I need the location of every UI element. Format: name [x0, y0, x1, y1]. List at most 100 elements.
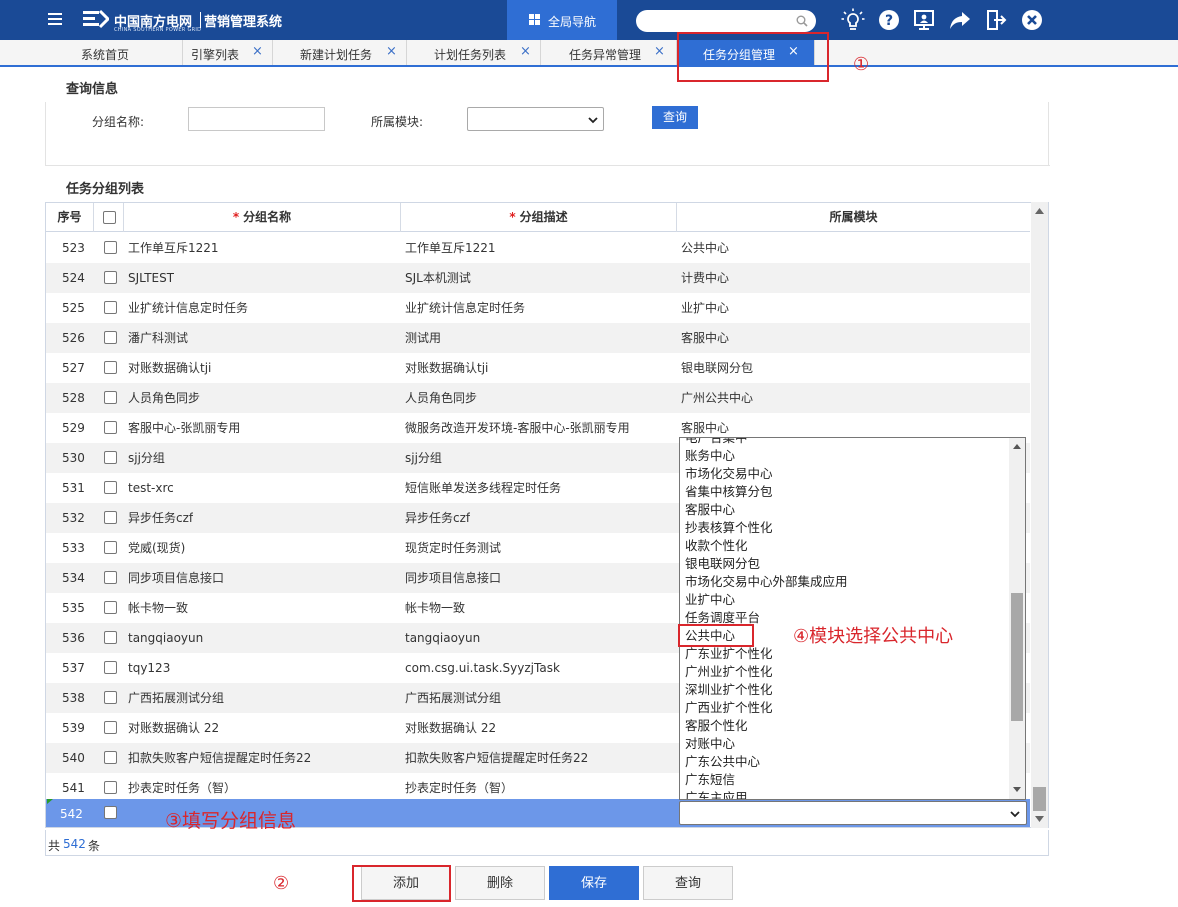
row-checkbox[interactable] — [104, 241, 117, 254]
row-group-name[interactable]: tangqiaoyun — [128, 623, 203, 653]
row-group-name[interactable]: 潘广科测试 — [128, 323, 188, 353]
row-checkbox[interactable] — [104, 301, 117, 314]
module-select[interactable] — [467, 107, 604, 131]
dropdown-option[interactable]: 深圳业扩个性化 — [685, 681, 773, 699]
row-group-name[interactable]: 广西拓展测试分组 — [128, 683, 224, 713]
dropdown-option[interactable]: 收款个性化 — [685, 537, 748, 555]
row-group-desc[interactable]: sjj分组 — [405, 443, 442, 473]
tab-system-home[interactable]: 系统首页 — [47, 40, 183, 65]
dropdown-option[interactable]: 业扩中心 — [685, 591, 735, 609]
logout-icon[interactable] — [984, 8, 1008, 32]
dropdown-option[interactable]: 广东短信 — [685, 771, 735, 789]
row-module[interactable]: 业扩中心 — [681, 293, 729, 323]
dropdown-option[interactable]: 市场化交易中心 — [685, 465, 773, 483]
row-checkbox[interactable] — [104, 721, 117, 734]
row-group-name[interactable]: SJLTEST — [128, 263, 174, 293]
scroll-up-icon[interactable] — [1035, 208, 1044, 214]
row-checkbox[interactable] — [104, 691, 117, 704]
row-module[interactable]: 公共中心 — [681, 233, 729, 263]
row-group-desc[interactable]: com.csg.ui.task.SyyzjTask — [405, 653, 560, 683]
close-icon[interactable] — [1020, 8, 1044, 32]
new-row-module-select[interactable] — [679, 801, 1027, 825]
lightbulb-icon[interactable] — [841, 8, 865, 32]
row-group-name[interactable]: 扣款失败客户短信提醒定时任务22 — [128, 743, 311, 773]
tab-plan-task-list[interactable]: 计划任务列表 × — [407, 40, 541, 65]
row-group-name[interactable]: 对账数据确认 22 — [128, 713, 219, 743]
row-group-name[interactable]: sjj分组 — [128, 443, 165, 473]
global-nav-button[interactable]: 全局导航 — [507, 0, 617, 40]
row-checkbox[interactable] — [104, 511, 117, 524]
dropdown-option[interactable]: 银电联网分包 — [685, 555, 760, 573]
monitor-icon[interactable] — [912, 8, 936, 32]
row-checkbox[interactable] — [104, 361, 117, 374]
dropdown-option[interactable]: 客服个性化 — [685, 717, 748, 735]
row-group-desc[interactable]: 广西拓展测试分组 — [405, 683, 501, 713]
row-checkbox[interactable] — [104, 451, 117, 464]
row-checkbox[interactable] — [104, 631, 117, 644]
row-module[interactable]: 银电联网分包 — [681, 353, 753, 383]
dropdown-option[interactable]: 广西业扩个性化 — [685, 699, 773, 717]
dropdown-option[interactable]: 广东主应用 — [685, 789, 748, 799]
row-checkbox[interactable] — [104, 421, 117, 434]
tab-task-exception[interactable]: 任务异常管理 × — [541, 40, 677, 65]
row-group-desc[interactable]: 扣款失败客户短信提醒定时任务22 — [405, 743, 588, 773]
dropdown-option[interactable]: 账务中心 — [685, 447, 735, 465]
row-group-name[interactable]: 业扩统计信息定时任务 — [128, 293, 248, 323]
row-checkbox[interactable] — [104, 781, 117, 794]
scroll-thumb[interactable] — [1033, 787, 1046, 811]
col-name-header[interactable]: * 分组名称 — [124, 203, 401, 232]
query-button[interactable]: 查询 — [652, 106, 698, 129]
row-group-name[interactable]: 人员角色同步 — [128, 383, 200, 413]
search-input[interactable] — [636, 10, 816, 32]
row-checkbox[interactable] — [104, 806, 117, 819]
scroll-down-icon[interactable] — [1035, 816, 1044, 822]
row-group-desc[interactable]: 人员角色同步 — [405, 383, 477, 413]
row-group-desc[interactable]: 对账数据确认tji — [405, 353, 488, 383]
dropdown-option[interactable]: 对账中心 — [685, 735, 735, 753]
search-icon[interactable] — [796, 15, 808, 27]
dropdown-option[interactable]: 市场化交易中心外部集成应用 — [685, 573, 848, 591]
col-module-header[interactable]: 所属模块 — [677, 203, 1030, 232]
row-checkbox[interactable] — [104, 391, 117, 404]
dropdown-option-partial[interactable]: 电厂合集中 — [685, 438, 748, 447]
row-group-desc[interactable]: 对账数据确认 22 — [405, 713, 496, 743]
row-group-name[interactable]: 工作单互斥1221 — [128, 233, 219, 263]
table-row[interactable]: 525 业扩统计信息定时任务 业扩统计信息定时任务 业扩中心 — [46, 293, 1030, 323]
row-group-desc[interactable]: 帐卡物一致 — [405, 593, 465, 623]
row-group-desc[interactable]: tangqiaoyun — [405, 623, 480, 653]
menu-icon[interactable] — [48, 13, 62, 27]
dropdown-option[interactable]: 客服中心 — [685, 501, 735, 519]
row-group-name[interactable]: 客服中心-张凯丽专用 — [128, 413, 240, 443]
table-row[interactable]: 526 潘广科测试 测试用 客服中心 — [46, 323, 1030, 353]
save-button[interactable]: 保存 — [549, 866, 639, 900]
grid-scrollbar[interactable] — [1031, 202, 1048, 828]
row-module[interactable]: 广州公共中心 — [681, 383, 753, 413]
tab-close-icon[interactable]: × — [252, 44, 263, 59]
row-group-desc[interactable]: 工作单互斥1221 — [405, 233, 496, 263]
row-group-desc[interactable]: 现货定时任务测试 — [405, 533, 501, 563]
group-name-input[interactable] — [188, 107, 325, 131]
scroll-up-icon[interactable] — [1013, 444, 1021, 449]
row-checkbox[interactable] — [104, 331, 117, 344]
row-group-name[interactable]: test-xrc — [128, 473, 174, 503]
dropdown-option[interactable]: 抄表核算个性化 — [685, 519, 773, 537]
row-checkbox[interactable] — [104, 541, 117, 554]
tab-close-icon[interactable]: × — [386, 44, 397, 59]
tab-close-icon[interactable]: × — [520, 44, 531, 59]
row-group-name[interactable]: 异步任务czf — [128, 503, 193, 533]
row-group-name[interactable]: 同步项目信息接口 — [128, 563, 224, 593]
row-checkbox[interactable] — [104, 751, 117, 764]
table-row[interactable]: 523 工作单互斥1221 工作单互斥1221 公共中心 — [46, 233, 1030, 263]
row-group-name[interactable]: tqy123 — [128, 653, 170, 683]
row-group-desc[interactable]: 业扩统计信息定时任务 — [405, 293, 525, 323]
row-group-desc[interactable]: 异步任务czf — [405, 503, 470, 533]
table-row[interactable]: 527 对账数据确认tji 对账数据确认tji 银电联网分包 — [46, 353, 1030, 383]
dropdown-option[interactable]: 广东业扩个性化 — [685, 645, 773, 663]
dropdown-option[interactable]: 广东公共中心 — [685, 753, 760, 771]
row-group-desc[interactable]: SJL本机测试 — [405, 263, 471, 293]
tab-engine-list[interactable]: 引擎列表 × — [183, 40, 273, 65]
tab-close-icon[interactable]: × — [654, 44, 665, 59]
row-group-desc[interactable]: 同步项目信息接口 — [405, 563, 501, 593]
row-group-name[interactable]: 对账数据确认tji — [128, 353, 211, 383]
row-group-desc[interactable]: 测试用 — [405, 323, 441, 353]
